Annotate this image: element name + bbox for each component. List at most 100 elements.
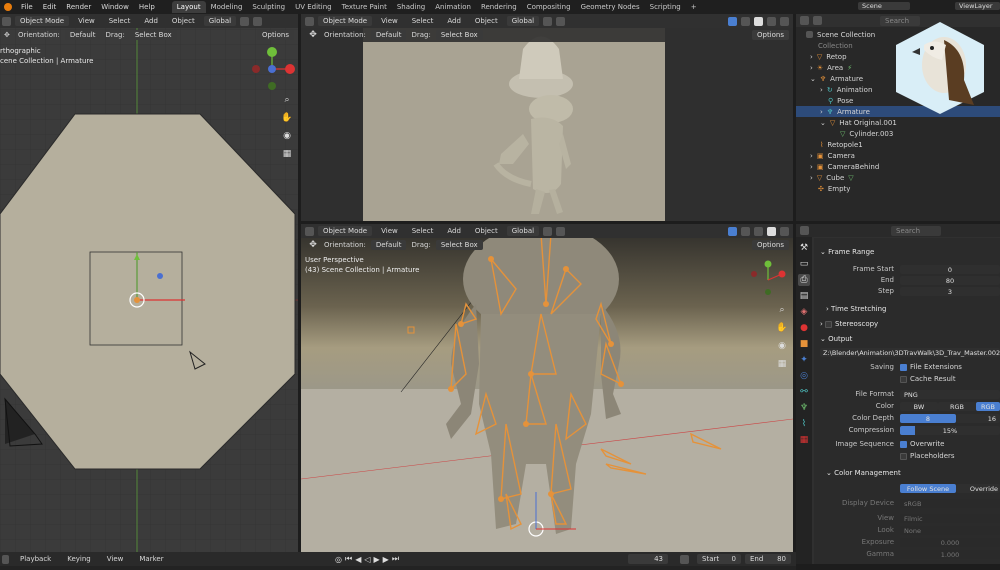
outliner-type-icon[interactable] [800, 16, 809, 25]
bottom-move-icon[interactable]: ✥ [307, 239, 319, 251]
left-orientation-dropdown[interactable]: Default [64, 30, 101, 40]
left-transform-dropdown[interactable]: Global [203, 16, 237, 26]
menu-render[interactable]: Render [61, 3, 96, 11]
tab-sculpting[interactable]: Sculpting [247, 1, 290, 13]
tab-texture-paint[interactable]: Texture Paint [337, 1, 392, 13]
placeholders-checkbox[interactable]: Placeholders [900, 452, 955, 460]
top-object-menu[interactable]: Object [470, 17, 503, 25]
top-visibility-icon[interactable] [728, 16, 737, 26]
blender-logo-icon[interactable] [4, 3, 12, 11]
next-keyframe-icon[interactable]: ▶ [383, 555, 389, 564]
collapse-icon[interactable]: ⌄ [820, 119, 826, 127]
snap-icon[interactable] [240, 16, 250, 26]
outliner-item-retopole[interactable]: ⌇ Retopole1 [796, 139, 1000, 150]
top-options-button[interactable]: Options [751, 30, 789, 40]
output-path-field[interactable]: Z:\Blender\Animation\3DTravWalk\3D_Trav_… [820, 348, 1000, 357]
outliner-item-camera[interactable]: › ▣ Camera [796, 150, 1000, 161]
left-select-menu[interactable]: Select [104, 17, 136, 25]
properties-type-icon[interactable] [800, 226, 809, 235]
playback-menu[interactable]: Playback [15, 555, 56, 563]
timeline-view-menu[interactable]: View [102, 555, 129, 563]
menu-file[interactable]: File [16, 3, 38, 11]
view-layer-tab-icon[interactable]: ▤ [798, 290, 810, 302]
data-tab-icon[interactable]: ♆ [798, 402, 810, 414]
physics-tab-icon[interactable]: ◎ [798, 370, 810, 382]
bottom-grid-icon[interactable]: ▦ [776, 358, 788, 370]
bottom-select-menu[interactable]: Select [407, 227, 439, 235]
add-workspace-button[interactable]: + [686, 1, 702, 13]
bottom-pan-hand-icon[interactable]: ✋ [776, 322, 788, 334]
left-mode-dropdown[interactable]: Object Mode [15, 16, 70, 26]
bottom-transform-dropdown[interactable]: Global [506, 226, 540, 236]
bone-tab-icon[interactable]: ⌇ [798, 418, 810, 430]
timeline-type-icon[interactable] [2, 554, 9, 564]
play-reverse-icon[interactable]: ◁ [364, 555, 370, 564]
expand-icon[interactable]: › [810, 163, 813, 171]
color-rgba-button[interactable]: RGB [976, 402, 1000, 411]
top-view-menu[interactable]: View [376, 17, 403, 25]
frame-end-field[interactable]: 80 [900, 276, 1000, 285]
navigation-gizmo[interactable] [248, 44, 298, 94]
expand-icon[interactable]: › [820, 86, 823, 94]
marker-menu[interactable]: Marker [134, 555, 168, 563]
expand-icon[interactable]: › [810, 53, 813, 61]
bottom-shading-render-icon[interactable] [780, 226, 789, 236]
display-device-dropdown[interactable]: sRGB [900, 499, 1000, 508]
expand-icon[interactable]: › [810, 64, 813, 72]
cache-result-checkbox[interactable]: Cache Result [900, 375, 956, 383]
top-add-menu[interactable]: Add [442, 17, 466, 25]
jump-end-icon[interactable]: ⏭ [392, 554, 399, 564]
record-icon[interactable]: ◎ [335, 555, 342, 564]
left-object-menu[interactable]: Object [167, 17, 200, 25]
bottom-shading-wire-icon[interactable] [741, 226, 750, 236]
timeline-start-field[interactable]: Start 0 [697, 554, 741, 564]
top-drag-dropdown[interactable]: Select Box [435, 30, 483, 40]
left-view-menu[interactable]: View [73, 17, 100, 25]
left-options-button[interactable]: Options [256, 30, 294, 40]
tab-shading[interactable]: Shading [392, 1, 430, 13]
outliner-item-cylinder[interactable]: ▽ Cylinder.003 [796, 128, 1000, 139]
menu-window[interactable]: Window [96, 3, 134, 11]
look-dropdown[interactable]: None [900, 526, 1000, 535]
move-icon[interactable]: ✥ [4, 31, 13, 40]
outliner-item-camerabehind[interactable]: › ▣ CameraBehind [796, 161, 1000, 172]
object-tab-icon[interactable]: ■ [798, 338, 810, 350]
output-section[interactable]: ⌄ Output [820, 335, 852, 343]
bottom-add-menu[interactable]: Add [442, 227, 466, 235]
frame-range-section[interactable]: ⌄ Frame Range [820, 248, 874, 256]
preview-range-icon[interactable] [680, 555, 689, 564]
bottom-shading-material-icon[interactable] [767, 226, 776, 236]
frame-step-field[interactable]: 3 [900, 287, 1000, 296]
view-transform-dropdown[interactable]: Filmic [900, 514, 1000, 523]
texture-tab-icon[interactable]: ▦ [798, 434, 810, 446]
expand-icon[interactable]: › [810, 152, 813, 160]
frame-start-field[interactable]: 0 [900, 265, 1000, 274]
current-frame-field[interactable]: 43 [628, 554, 668, 564]
color-management-section[interactable]: ⌄ Color Management [826, 469, 901, 477]
compression-slider[interactable]: 15% [900, 426, 1000, 435]
left-viewport[interactable]: Object Mode View Select Add Object Globa… [0, 14, 298, 552]
play-icon[interactable]: ▶ [374, 555, 380, 564]
scene-selector[interactable]: Scene [858, 2, 910, 10]
top-mode-dropdown[interactable]: Object Mode [318, 16, 373, 26]
tab-uv-editing[interactable]: UV Editing [290, 1, 337, 13]
time-stretching-section[interactable]: › Time Stretching [826, 305, 886, 313]
top-shading-wire-icon[interactable] [741, 16, 750, 26]
exposure-field[interactable]: 0.000 [900, 538, 1000, 547]
scene-tab-icon[interactable]: ◈ [798, 306, 810, 318]
camera-view-icon[interactable]: ◉ [281, 130, 293, 142]
color-rgb-button[interactable]: RGB [938, 402, 976, 411]
bottom-view-menu[interactable]: View [376, 227, 403, 235]
outliner-item-hat[interactable]: ⌄ ▽ Hat Original.001 [796, 117, 1000, 128]
left-add-menu[interactable]: Add [139, 17, 163, 25]
timeline-end-field[interactable]: End 80 [745, 554, 791, 564]
override-button[interactable]: Override [956, 484, 1000, 493]
constraint-tab-icon[interactable]: ⚯ [798, 386, 810, 398]
follow-scene-button[interactable]: Follow Scene [900, 484, 956, 493]
collapse-icon[interactable]: ⌄ [810, 75, 816, 83]
bottom-orientation-dropdown[interactable]: Default [370, 240, 407, 250]
bottom-editor-type-icon[interactable] [305, 226, 314, 236]
top-orientation-dropdown[interactable]: Default [370, 30, 407, 40]
expand-icon[interactable]: › [820, 108, 823, 116]
outliner-item-empty[interactable]: ✣ Empty [796, 183, 1000, 194]
